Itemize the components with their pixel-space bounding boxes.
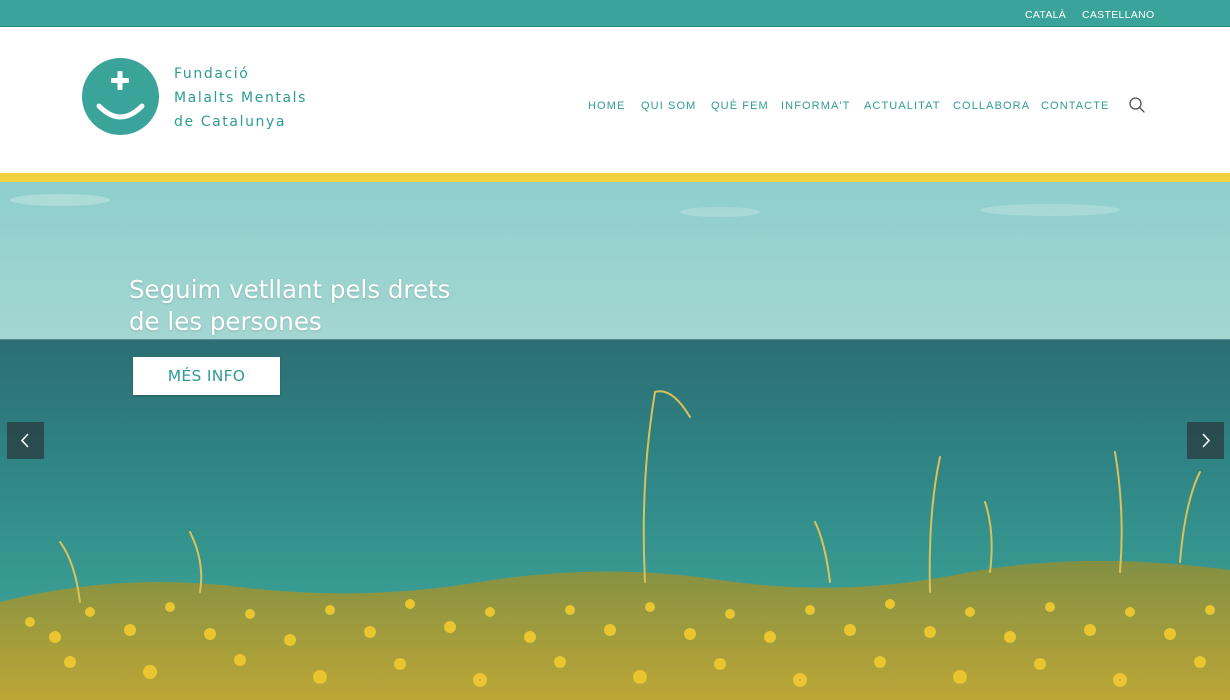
site-header: Fundació Malalts Mentals de Catalunya HO… bbox=[0, 27, 1230, 173]
search-button[interactable] bbox=[1128, 96, 1146, 114]
more-info-button[interactable]: MÉS INFO bbox=[133, 357, 280, 395]
language-link-castellano[interactable]: CASTELLANO bbox=[1082, 9, 1154, 21]
nav-item-informat[interactable]: INFORMA'T bbox=[781, 100, 850, 112]
hero-headline: Seguim vetllant pels drets de les person… bbox=[129, 274, 549, 338]
site-logo[interactable]: Fundació Malalts Mentals de Catalunya bbox=[82, 58, 342, 138]
nav-item-collabora[interactable]: COLLABORA bbox=[953, 100, 1030, 112]
slider-next-button[interactable] bbox=[1187, 422, 1224, 459]
logo-line-2: Malalts Mentals bbox=[174, 90, 308, 106]
nav-item-contacte[interactable]: CONTACTE bbox=[1041, 100, 1109, 112]
search-icon bbox=[1129, 97, 1145, 113]
logo-text: Fundació Malalts Mentals de Catalunya bbox=[174, 62, 307, 134]
nav-item-qui-som[interactable]: QUI SOM bbox=[641, 100, 696, 112]
nav-item-home[interactable]: HOME bbox=[588, 100, 625, 112]
smiley-plus-logo-icon bbox=[82, 58, 159, 135]
hero-headline-line-2: de les persones bbox=[129, 307, 322, 336]
chevron-right-icon bbox=[1202, 433, 1211, 448]
logo-line-1: Fundació bbox=[174, 66, 250, 82]
chevron-left-icon bbox=[20, 433, 29, 448]
slider-prev-button[interactable] bbox=[7, 422, 44, 459]
logo-line-3: de Catalunya bbox=[174, 114, 287, 130]
hero-slider: Seguim vetllant pels drets de les person… bbox=[0, 182, 1230, 700]
hero-headline-line-1: Seguim vetllant pels drets bbox=[129, 275, 451, 304]
hero-background-image bbox=[0, 182, 1230, 700]
nav-item-actualitat[interactable]: ACTUALITAT bbox=[864, 100, 941, 112]
yellow-divider bbox=[0, 173, 1230, 182]
language-link-catala[interactable]: CATALÀ bbox=[1025, 9, 1066, 21]
nav-item-que-fem[interactable]: QUÈ FEM bbox=[711, 100, 769, 112]
language-bar: CATALÀ CASTELLANO bbox=[0, 0, 1230, 27]
